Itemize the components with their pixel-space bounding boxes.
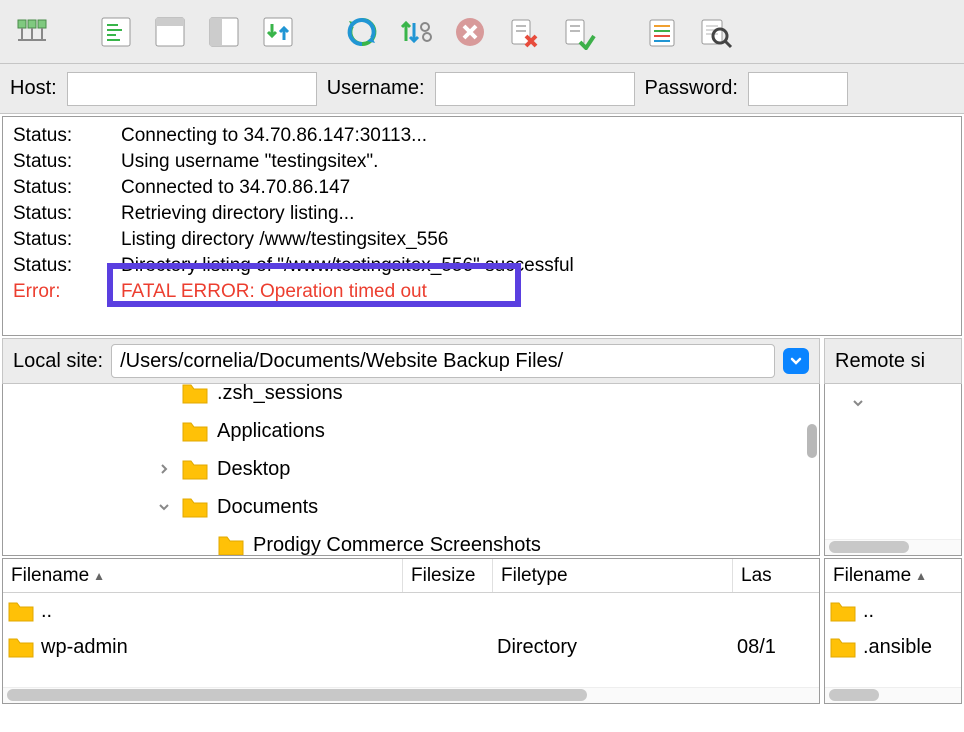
file-row[interactable]: .. <box>825 593 961 629</box>
log-entry: Status:Listing directory /www/testingsit… <box>13 227 951 253</box>
remote-site-label: Remote si <box>835 350 925 373</box>
quickconnect-bar: Host: Username: Password: <box>0 64 964 114</box>
tree-item[interactable]: Applications <box>3 412 819 450</box>
log-entry: Status:Connected to 34.70.86.147 <box>13 175 951 201</box>
tree-item-label: .zsh_sessions <box>217 384 343 405</box>
col-filename[interactable]: Filename ▲ <box>3 559 403 592</box>
remote-col-filename[interactable]: Filename ▲ <box>825 559 961 592</box>
process-queue-button[interactable] <box>392 8 440 56</box>
log-entry: Status:Connecting to 34.70.86.147:30113.… <box>13 123 951 149</box>
password-input[interactable] <box>748 72 848 106</box>
file-row[interactable]: wp-adminDirectory08/1 <box>3 629 819 665</box>
tree-item[interactable]: Desktop <box>3 450 819 488</box>
tree-item-label: Prodigy Commerce Screenshots <box>253 534 541 557</box>
toggle-remote-tree-button[interactable] <box>200 8 248 56</box>
local-tree-scrollbar[interactable] <box>807 424 817 458</box>
file-row[interactable]: .. <box>3 593 819 629</box>
password-label: Password: <box>645 77 738 100</box>
remote-tree-disclosure[interactable] <box>849 397 867 409</box>
log-entry: Status:Directory listing of "/www/testin… <box>13 253 951 279</box>
local-tree[interactable]: .zsh_sessions Applications Desktop Document… <box>2 384 820 556</box>
col-lastmod[interactable]: Las <box>733 559 819 592</box>
host-label: Host: <box>10 77 57 100</box>
main-toolbar <box>0 0 964 64</box>
username-input[interactable] <box>435 72 635 106</box>
tree-item-label: Desktop <box>217 458 290 481</box>
local-path-bar: Local site: <box>2 338 820 384</box>
file-row[interactable]: .ansible <box>825 629 961 665</box>
remote-tree[interactable] <box>824 384 962 556</box>
col-filesize[interactable]: Filesize <box>403 559 493 592</box>
username-label: Username: <box>327 77 425 100</box>
local-site-label: Local site: <box>13 350 103 373</box>
cancel-button[interactable] <box>446 8 494 56</box>
host-input[interactable] <box>67 72 317 106</box>
disclosure-icon[interactable] <box>155 463 173 475</box>
remote-tree-hscroll[interactable] <box>829 541 909 553</box>
local-path-input[interactable] <box>111 344 775 378</box>
search-button[interactable] <box>692 8 740 56</box>
remote-file-hscroll[interactable] <box>829 689 879 701</box>
disconnect-button[interactable] <box>500 8 548 56</box>
log-entry: Status:Using username "testingsitex". <box>13 149 951 175</box>
local-file-list[interactable]: Filename ▲ Filesize Filetype Las ..wp-ad… <box>2 558 820 704</box>
local-file-hscroll[interactable] <box>7 689 587 701</box>
toggle-log-button[interactable] <box>92 8 140 56</box>
remote-path-bar: Remote si <box>824 338 962 384</box>
toggle-queue-button[interactable] <box>254 8 302 56</box>
tree-item[interactable]: Documents <box>3 488 819 526</box>
remote-file-list[interactable]: Filename ▲ ...ansible <box>824 558 962 704</box>
sort-asc-icon: ▲ <box>915 569 927 583</box>
local-path-dropdown[interactable] <box>783 348 809 374</box>
file-filter-button[interactable] <box>638 8 686 56</box>
disclosure-icon[interactable] <box>155 501 173 513</box>
site-manager-button[interactable] <box>8 8 56 56</box>
tree-item[interactable]: .zsh_sessions <box>3 384 819 412</box>
log-entry: Error:FATAL ERROR: Operation timed out <box>13 279 951 305</box>
toggle-local-tree-button[interactable] <box>146 8 194 56</box>
tree-item[interactable]: Prodigy Commerce Screenshots <box>3 526 819 556</box>
refresh-button[interactable] <box>338 8 386 56</box>
sort-asc-icon: ▲ <box>93 569 105 583</box>
message-log: Status:Connecting to 34.70.86.147:30113.… <box>2 116 962 336</box>
tree-item-label: Applications <box>217 420 325 443</box>
tree-item-label: Documents <box>217 496 318 519</box>
col-filetype[interactable]: Filetype <box>493 559 733 592</box>
log-entry: Status:Retrieving directory listing... <box>13 201 951 227</box>
reconnect-button[interactable] <box>554 8 602 56</box>
